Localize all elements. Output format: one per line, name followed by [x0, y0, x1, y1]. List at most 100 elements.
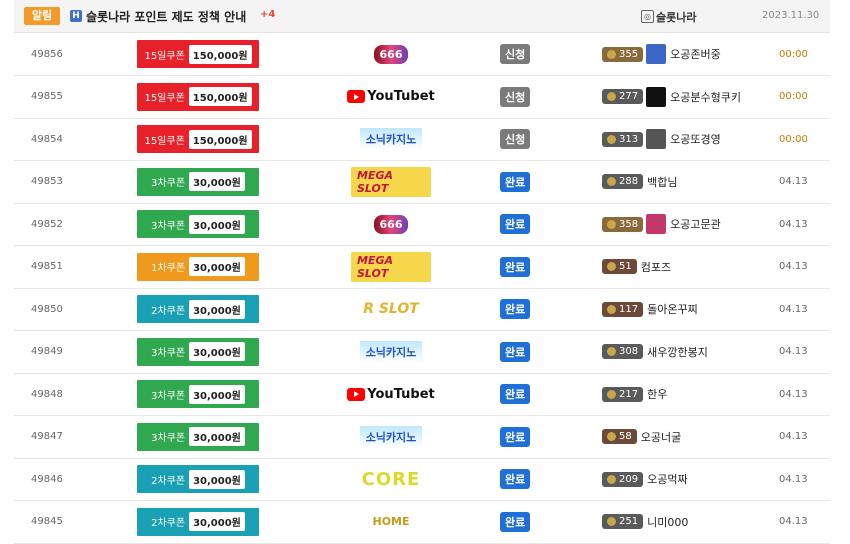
post-time: 04.13: [779, 303, 808, 315]
coupon-badge[interactable]: 3차쿠폰 30,000원: [137, 337, 259, 366]
table-row[interactable]: 49855 15일쿠폰 150,000원 YouTubet 신청 277 오공분수형쿠키 00…: [14, 76, 830, 119]
table-row[interactable]: 49851 1차쿠폰 30,000원 MEGA SLOT 완료 51 컴포즈 04.13: [14, 246, 830, 289]
notice-title[interactable]: 슬롯나라 포인트 제도 정책 안내: [86, 8, 246, 25]
coupon-badge[interactable]: 3차쿠폰 30,000원: [137, 422, 259, 451]
post-time: 04.13: [779, 261, 808, 272]
coupon-badge[interactable]: 15일쿠폰 150,000원: [137, 125, 259, 153]
author[interactable]: 58 오공너굴: [602, 416, 681, 458]
level-number: 251: [619, 516, 639, 527]
status-badge[interactable]: 완료: [500, 511, 531, 532]
level-medal-icon: [607, 432, 616, 441]
author[interactable]: 358 오공고문관: [602, 203, 721, 245]
coupon-badge[interactable]: 2차쿠폰 30,000원: [137, 507, 259, 536]
table-row[interactable]: 49856 15일쿠폰 150,000원 666 신청 355 오공존버중 00:00: [14, 33, 830, 76]
coupon-badge[interactable]: 2차쿠폰 30,000원: [137, 295, 259, 323]
coupon-type: 3차쿠폰: [151, 348, 186, 359]
status-badge[interactable]: 신청: [500, 44, 531, 64]
logo-text: YouTubet: [367, 89, 435, 104]
coupon-badge[interactable]: 15일쿠폰 150,000원: [137, 82, 259, 111]
status-badge[interactable]: 완료: [500, 384, 531, 404]
notice-author[interactable]: 슬롯나라: [656, 9, 696, 25]
game-logo[interactable]: 666: [351, 33, 431, 75]
status-cell: 완료: [500, 331, 531, 373]
game-logo[interactable]: 소닉카지노: [351, 331, 431, 373]
game-logo[interactable]: 소닉카지노: [351, 118, 431, 160]
coupon-badge[interactable]: 15일쿠폰 150,000원: [137, 40, 259, 68]
author-name[interactable]: 돌아온꾸찌: [647, 301, 698, 317]
game-logo[interactable]: MEGA SLOT: [351, 161, 431, 203]
author[interactable]: 209 오공먹짜: [602, 458, 688, 500]
status-badge[interactable]: 완료: [500, 214, 531, 234]
coupon-badge[interactable]: 1차쿠폰 30,000원: [137, 252, 259, 281]
author-name[interactable]: 오공먹짜: [647, 471, 687, 487]
author-name[interactable]: 오공또경영: [670, 131, 721, 147]
table-row[interactable]: 49854 15일쿠폰 150,000원 소닉카지노 신청 313 오공또경영 00:00: [14, 118, 830, 161]
level-badge: 117: [602, 301, 644, 317]
coupon-badge[interactable]: 2차쿠폰 30,000원: [137, 465, 259, 493]
status-badge[interactable]: 완료: [500, 299, 531, 319]
author-name[interactable]: 백합님: [647, 174, 677, 190]
table-row[interactable]: 49850 2차쿠폰 30,000원 R SLOT 완료 117 돌아온꾸찌 04.13: [14, 288, 830, 331]
status-badge[interactable]: 완료: [500, 426, 531, 447]
game-logo[interactable]: YouTubet: [347, 76, 435, 118]
home-logo: HOME: [372, 515, 410, 528]
post-number: 49849: [31, 346, 63, 357]
notice-row[interactable]: 알림 H 슬롯나라 포인트 제도 정책 안내 +4 ◎ 슬롯나라 2023.11…: [14, 0, 830, 33]
game-logo[interactable]: CORE: [351, 458, 431, 500]
mega-slot-logo: MEGA SLOT: [351, 251, 431, 282]
author-name[interactable]: 오공너굴: [641, 429, 681, 445]
table-row[interactable]: 49848 3차쿠폰 30,000원 YouTubet 완료 217 한우 04.13: [14, 373, 830, 416]
table-row[interactable]: 49853 3차쿠폰 30,000원 MEGA SLOT 완료 288 백합님 04.13: [14, 161, 830, 204]
coupon-badge[interactable]: 3차쿠폰 30,000원: [137, 380, 259, 408]
status-cell: 완료: [500, 203, 531, 245]
game-logo[interactable]: HOME: [351, 501, 431, 543]
game-logo[interactable]: 666: [351, 203, 431, 245]
game-logo[interactable]: 소닉카지노: [351, 416, 431, 458]
level-badge: 209: [602, 471, 644, 487]
author[interactable]: 117 돌아온꾸찌: [602, 288, 698, 330]
level-medal-icon: [607, 49, 616, 59]
status-badge[interactable]: 완료: [500, 171, 531, 192]
table-row[interactable]: 49852 3차쿠폰 30,000원 666 완료 358 오공고문관 04.13: [14, 203, 830, 246]
sonic-casino-logo: 소닉카지노: [359, 340, 423, 363]
status-badge[interactable]: 신청: [500, 86, 531, 107]
status-badge[interactable]: 신청: [500, 129, 531, 149]
game-logo[interactable]: YouTubet: [347, 373, 435, 415]
author[interactable]: 217 한우: [602, 373, 667, 415]
author[interactable]: 288 백합님: [602, 161, 677, 203]
author-name[interactable]: 니미000: [647, 514, 688, 530]
author[interactable]: 308 새우깡한봉지: [602, 331, 708, 373]
author-name[interactable]: 오공고문관: [670, 216, 721, 232]
sonic-casino-logo: 소닉카지노: [359, 128, 423, 150]
author[interactable]: 313 오공또경영: [602, 118, 721, 160]
game-logo[interactable]: R SLOT: [351, 288, 431, 330]
coupon-badge[interactable]: 3차쿠폰 30,000원: [137, 210, 259, 238]
author[interactable]: 251 니미000: [602, 501, 688, 543]
game-logo[interactable]: MEGA SLOT: [351, 246, 431, 288]
author-name[interactable]: 오공존버중: [670, 46, 721, 62]
status-badge[interactable]: 완료: [500, 256, 531, 277]
level-medal-icon: [607, 92, 616, 101]
table-row[interactable]: 49846 2차쿠폰 30,000원 CORE 완료 209 오공먹짜 04.13: [14, 458, 830, 501]
coupon-badge[interactable]: 3차쿠폰 30,000원: [137, 167, 259, 196]
post-number: 49853: [31, 176, 63, 187]
avatar: [646, 86, 667, 107]
author[interactable]: 277 오공분수형쿠키: [602, 76, 741, 118]
author-name[interactable]: 오공분수형쿠키: [670, 89, 741, 105]
table-row[interactable]: 49845 2차쿠폰 30,000원 HOME 완료 251 니미000 04.13: [14, 501, 830, 544]
status-badge[interactable]: 완료: [500, 341, 531, 362]
author[interactable]: 51 컴포즈: [602, 246, 671, 288]
author-name[interactable]: 한우: [647, 386, 667, 402]
notice-tag: 알림: [24, 7, 60, 25]
author[interactable]: 355 오공존버중: [602, 33, 721, 75]
coupon-type: 1차쿠폰: [151, 263, 186, 274]
table-row[interactable]: 49849 3차쿠폰 30,000원 소닉카지노 완료 308 새우깡한봉지 04.13: [14, 331, 830, 374]
table-row[interactable]: 49847 3차쿠폰 30,000원 소닉카지노 완료 58 오공너굴 04.13: [14, 416, 830, 459]
status-cell: 완료: [500, 246, 531, 288]
author-name[interactable]: 컴포즈: [641, 259, 671, 275]
post-number: 49852: [31, 218, 63, 230]
level-number: 277: [619, 91, 639, 102]
author-name[interactable]: 새우깡한봉지: [647, 344, 708, 360]
status-cell: 완료: [500, 416, 531, 458]
status-badge[interactable]: 완료: [500, 469, 531, 489]
